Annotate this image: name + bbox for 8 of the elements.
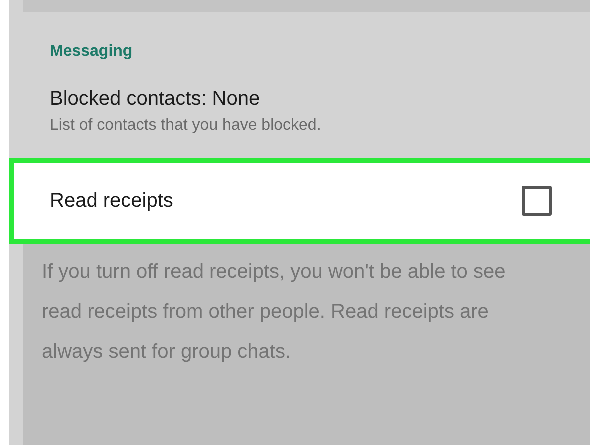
item-subtitle: List of contacts that you have blocked. xyxy=(50,117,322,135)
section-title: Messaging xyxy=(50,43,134,61)
item-title: Blocked contacts: None xyxy=(50,88,262,111)
checkbox[interactable] xyxy=(522,186,552,216)
setting-label: Read receipts xyxy=(50,190,174,212)
blocked-contacts-item[interactable]: Blocked contacts: None List of contacts that you have blocked. xyxy=(50,88,590,135)
read-receipts-row[interactable]: Read receipts xyxy=(9,158,590,244)
dialog-message: If you turn off read receipts, you won't be able to see read receipts from other people. Read receipts are always sent for group chats. xyxy=(42,260,507,365)
